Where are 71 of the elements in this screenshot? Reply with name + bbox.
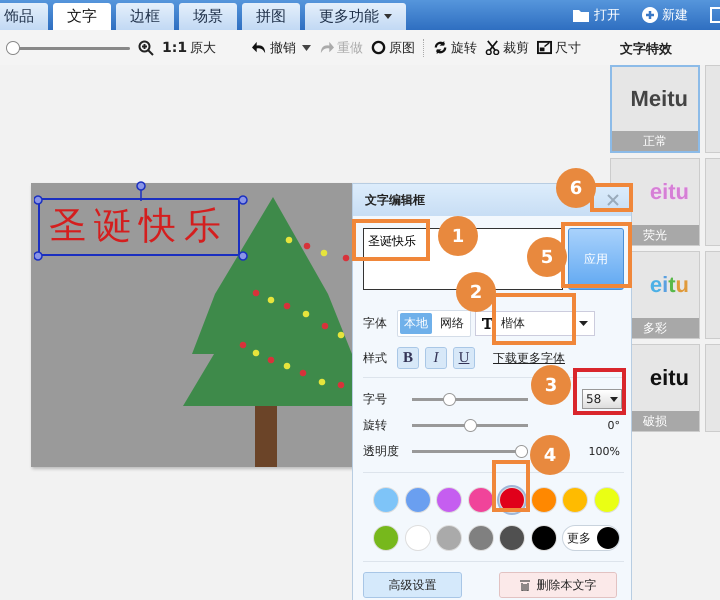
panel-title: 文字特效 [620,40,672,58]
color-swatch[interactable] [594,487,620,513]
slider-thumb[interactable] [464,418,476,432]
field-label: 旋转 [363,416,388,434]
effect-preview: eitu [650,365,689,391]
undo-icon [252,40,268,55]
color-swatch[interactable] [530,525,556,551]
style-button[interactable]: I [425,347,447,369]
open-button[interactable]: 打开 [572,6,620,24]
trash-icon [520,580,530,590]
more-colors-button[interactable]: 更多 [562,525,620,551]
color-swatch[interactable] [562,487,588,513]
color-swatch[interactable] [530,487,556,513]
advanced-settings-button[interactable]: 高级设置 [363,572,462,598]
toolbar-button[interactable]: 尺寸 [537,38,582,56]
tab[interactable]: 饰品 [0,3,48,30]
toolbar-button[interactable]: 撤销 [252,38,296,56]
toolbar-button[interactable]: 裁剪 [485,38,530,56]
slider-value: 100% [588,444,621,458]
color-swatch[interactable] [404,525,430,551]
effect-preview: Meitu [630,86,688,112]
dialog-title: 文字编辑框 [365,192,425,208]
color-swatch[interactable] [499,525,525,551]
actual-size-button[interactable]: 1:1 原大 [162,38,216,56]
slider-thumb[interactable] [515,444,528,458]
caret-icon [610,396,618,402]
effect-tile[interactable]: Meitu 正常 [610,65,700,153]
effect-preview: eitu [650,272,689,298]
rotate-icon [433,40,448,55]
caret-icon [579,321,588,326]
download-fonts-link[interactable]: 下载更多字体 [493,350,565,366]
color-swatch[interactable] [404,487,430,513]
slider-thumb[interactable] [442,392,456,406]
redo-icon [319,40,334,55]
color-swatch[interactable] [468,525,494,551]
delete-text-button[interactable]: 删除本文字 [499,572,617,598]
new-button[interactable]: 新建 [642,6,688,24]
plus-icon [642,7,658,23]
font-source-option[interactable]: 网络 [436,313,468,334]
field-label: 透明度 [363,442,400,460]
font-type-icon [482,318,493,329]
size-dropdown[interactable]: 58 [582,389,622,409]
color-swatch[interactable] [436,487,462,513]
effect-preview: eitu [650,179,689,205]
color-swatch[interactable] [468,487,494,513]
field-label: 样式 [363,350,388,366]
scissors-icon [485,40,500,55]
toolbar-button[interactable]: 旋转 [433,38,478,56]
close-icon[interactable] [607,194,619,206]
tab[interactable]: 边框 [116,3,174,30]
field-label: 字号 [363,390,388,408]
step-number: 6 [556,168,596,208]
tab[interactable]: 拼图 [242,3,300,30]
color-swatch[interactable] [373,487,399,513]
circle-icon [371,40,386,55]
zoom-in-icon[interactable] [138,40,154,56]
color-swatch[interactable] [373,525,399,551]
zoom-slider[interactable] [6,40,130,54]
field-label: 字体 [363,315,388,332]
style-button[interactable]: U [453,347,475,369]
toolbar-button[interactable]: 原图 [371,38,416,56]
style-button[interactable]: B [397,347,419,369]
color-swatch[interactable] [436,525,462,551]
tab[interactable]: 更多功能 [305,3,406,30]
font-dropdown[interactable]: 楷体 [475,311,595,336]
resize-icon [537,40,552,55]
tab[interactable]: 文字 [53,3,111,30]
caret-icon[interactable] [302,44,312,50]
folder-icon [572,8,590,22]
effect-label: 正常 [612,131,698,151]
tab[interactable]: 场景 [179,3,237,30]
